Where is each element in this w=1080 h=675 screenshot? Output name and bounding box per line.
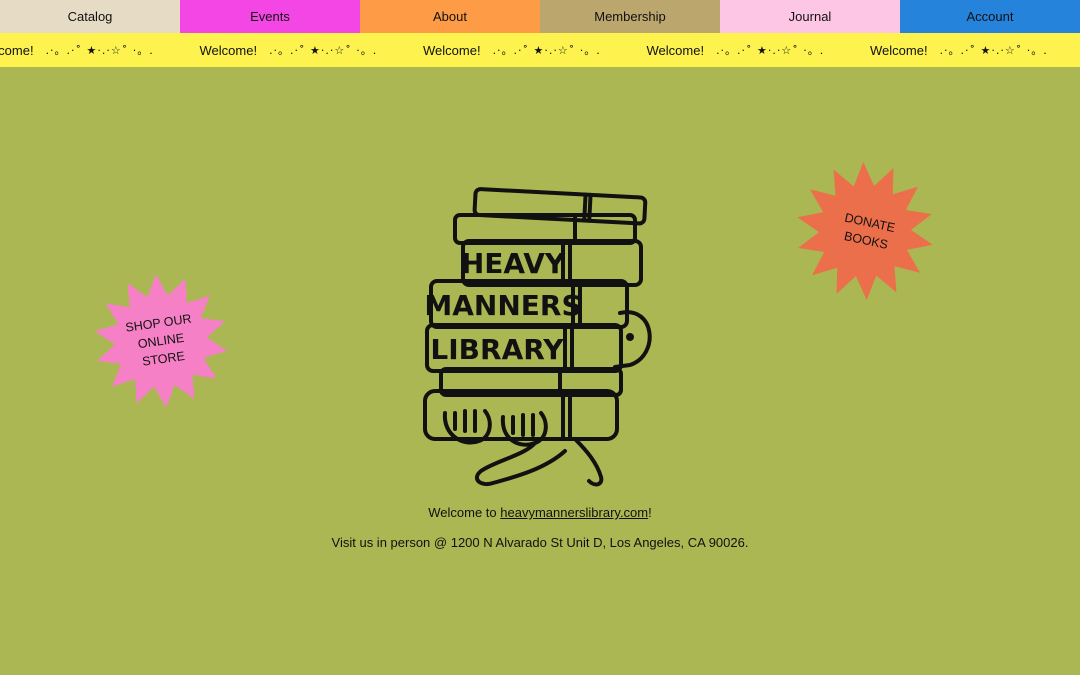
marquee-segment: Welcome! .·。.·˚ ★·.·☆˚ ·。. <box>200 42 424 58</box>
marquee-stars: .·。.·˚ ★·.·☆˚ ·。. <box>45 44 154 57</box>
marquee-segment: Welcome! .·。.·˚ ★·.·☆˚ ·。. <box>0 42 200 58</box>
nav-journal[interactable]: Journal <box>720 0 900 33</box>
nav-about[interactable]: About <box>360 0 540 33</box>
marquee-welcome-text: Welcome! <box>870 42 928 58</box>
nav-membership[interactable]: Membership <box>540 0 720 33</box>
marquee-welcome-text: Welcome! <box>0 42 34 58</box>
library-logo: HEAVY MANNERS LIBRARY <box>415 185 665 493</box>
logo-heavy-text: HEAVY <box>461 247 566 280</box>
marquee-segment: Welcome! .·。.·˚ ★·.·☆˚ ·。. <box>647 42 871 58</box>
welcome-message: Welcome to heavymannerslibrary.com! <box>0 505 1080 520</box>
visit-address: Visit us in person @ 1200 N Alvarado St … <box>331 535 749 550</box>
marquee-stars: .·。.·˚ ★·.·☆˚ ·。. <box>716 44 825 57</box>
marquee-track: Welcome! .·。.·˚ ★·.·☆˚ ·。. Welcome! .·。.… <box>0 33 1080 67</box>
welcome-prefix: Welcome to <box>428 505 501 520</box>
marquee-segment: Welcome! .·。.·˚ ★·.·☆˚ ·。. <box>870 42 1080 58</box>
nav-catalog[interactable]: Catalog <box>0 0 180 33</box>
nav-account[interactable]: Account <box>900 0 1080 33</box>
marquee-stars: .·。.·˚ ★·.·☆˚ ·。. <box>269 44 378 57</box>
marquee-welcome-text: Welcome! <box>199 42 258 58</box>
marquee-welcome-text: Welcome! <box>646 42 705 58</box>
top-navigation: Catalog Events About Membership Journal … <box>0 0 1080 33</box>
marquee-welcome-text: Welcome! <box>423 42 481 58</box>
marquee-segment: Welcome! .·。.·˚ ★·.·☆˚ ·。. <box>423 42 647 58</box>
website-link[interactable]: heavymannerslibrary.com <box>500 505 648 520</box>
shop-burst-label: SHOP OUR ONLINE STORE <box>124 311 193 369</box>
logo-manners-text: MANNERS <box>424 289 581 322</box>
welcome-marquee: Welcome! .·。.·˚ ★·.·☆˚ ·。. Welcome! .·。.… <box>0 33 1080 67</box>
welcome-suffix: ! <box>648 505 652 520</box>
logo-library-text: LIBRARY <box>430 333 564 366</box>
donate-burst-label: DONATE BOOKS <box>842 210 897 252</box>
shop-online-store-button[interactable]: SHOP OUR ONLINE STORE <box>92 272 230 410</box>
nav-events[interactable]: Events <box>180 0 360 33</box>
marquee-stars: .·。.·˚ ★·.·☆˚ ·。. <box>492 44 601 57</box>
donate-books-button[interactable]: DONATE BOOKS <box>794 160 936 302</box>
marquee-stars: .·。.·˚ ★·.·☆˚ ·。. <box>939 44 1048 57</box>
